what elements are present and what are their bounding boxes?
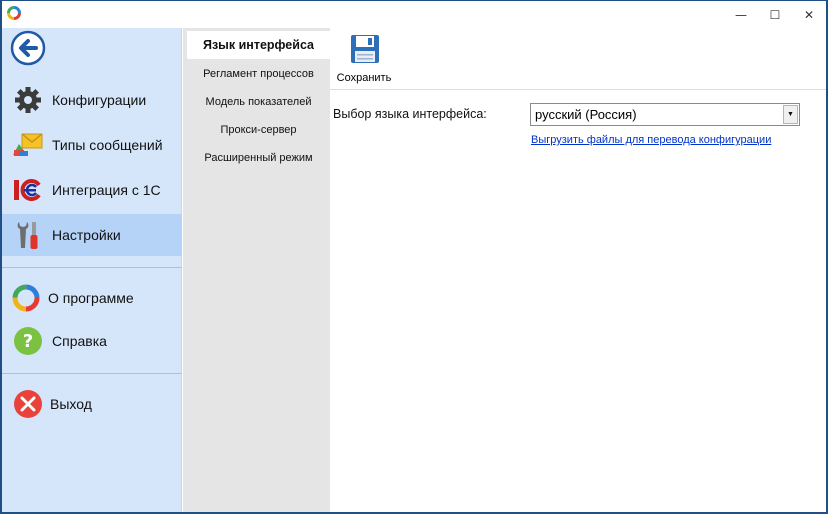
- main-sidebar: Конфигурации Типы сообщений Интеграция с…: [2, 28, 182, 512]
- sidebar-item-settings[interactable]: Настройки: [2, 214, 182, 256]
- 1c-icon: [12, 174, 44, 206]
- help-icon: ?: [12, 325, 44, 357]
- subnav-item-indicator-model[interactable]: Модель показателей: [187, 88, 330, 116]
- subnav-item-process-regulations[interactable]: Регламент процессов: [187, 60, 330, 88]
- back-arrow-icon[interactable]: [10, 30, 46, 66]
- language-select-value: русский (Россия): [535, 107, 637, 122]
- sidebar-item-label: Конфигурации: [52, 92, 147, 108]
- sidebar-divider: [2, 267, 182, 268]
- close-button[interactable]: ✕: [792, 1, 826, 28]
- subnav-item-proxy-server[interactable]: Прокси-сервер: [187, 116, 330, 144]
- chevron-down-icon[interactable]: ▼: [783, 105, 798, 124]
- sidebar-item-help[interactable]: ? Справка: [2, 320, 182, 362]
- export-translation-files-link[interactable]: Выгрузить файлы для перевода конфигураци…: [531, 134, 771, 146]
- subnav-item-advanced-mode[interactable]: Расширенный режим: [187, 144, 330, 172]
- sidebar-item-about[interactable]: О программе: [2, 277, 182, 319]
- app-logo-icon: [7, 6, 21, 20]
- sidebar-item-configurations[interactable]: Конфигурации: [2, 79, 182, 121]
- maximize-button[interactable]: ☐: [758, 1, 792, 28]
- svg-text:?: ?: [23, 331, 33, 352]
- sidebar-item-exit[interactable]: Выход: [2, 383, 182, 425]
- language-label: Выбор языка интерфейса:: [333, 107, 487, 121]
- message-types-icon: [12, 129, 44, 161]
- gear-icon: [12, 84, 44, 116]
- title-bar[interactable]: — ☐ ✕: [2, 1, 826, 28]
- sidebar-item-1c-integration[interactable]: Интеграция с 1С: [2, 169, 182, 211]
- sidebar-divider: [2, 373, 182, 374]
- minimize-button[interactable]: —: [724, 1, 758, 28]
- app-window: — ☐ ✕ Конфигурации Типы сообщений Интегр…: [0, 0, 828, 514]
- floppy-disk-icon: [351, 35, 379, 63]
- sidebar-item-label: Выход: [50, 396, 92, 412]
- toolbar-divider: [330, 89, 826, 90]
- subnav-item-interface-language[interactable]: Язык интерфейса: [187, 31, 330, 59]
- sidebar-item-label: Интеграция с 1С: [52, 182, 161, 198]
- tools-icon: [12, 219, 44, 251]
- sidebar-item-label: Настройки: [52, 227, 121, 243]
- exit-icon: [12, 388, 44, 420]
- sidebar-item-message-types[interactable]: Типы сообщений: [2, 124, 182, 166]
- language-select[interactable]: русский (Россия) ▼: [530, 103, 800, 126]
- save-button[interactable]: Сохранить: [334, 32, 394, 86]
- sidebar-item-label: Справка: [52, 333, 107, 349]
- save-button-label: Сохранить: [336, 72, 392, 84]
- sidebar-item-label: Типы сообщений: [52, 137, 163, 153]
- about-icon: [10, 282, 42, 314]
- settings-subnav: Язык интерфейса Регламент процессов Моде…: [183, 28, 330, 512]
- settings-content: Сохранить Выбор языка интерфейса: русски…: [330, 28, 826, 512]
- sidebar-item-label: О программе: [48, 290, 134, 306]
